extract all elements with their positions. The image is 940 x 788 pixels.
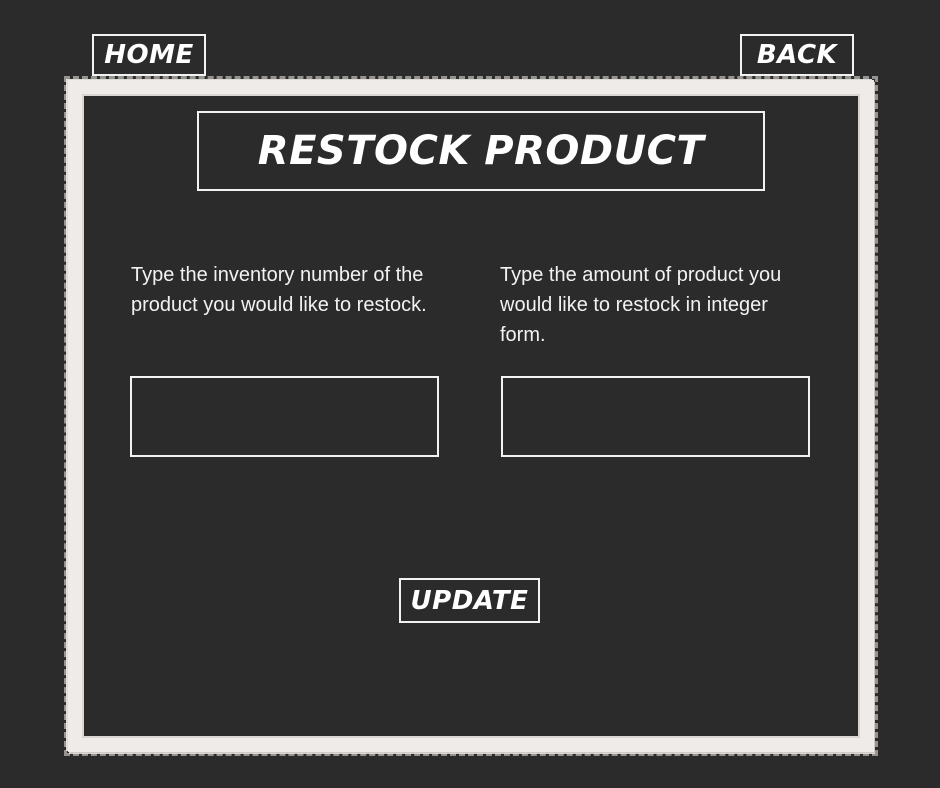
inventory-number-label: Type the inventory number of the product…	[131, 264, 427, 316]
home-button[interactable]: HOME	[92, 34, 206, 76]
inventory-number-input[interactable]	[130, 376, 439, 457]
page-title: RESTOCK PRODUCT	[197, 111, 765, 191]
restock-amount-input[interactable]	[501, 376, 810, 457]
restock-amount-label: Type the amount of product you would lik…	[500, 264, 782, 346]
update-button[interactable]: UPDATE	[399, 578, 540, 623]
back-button[interactable]: BACK	[740, 34, 854, 76]
